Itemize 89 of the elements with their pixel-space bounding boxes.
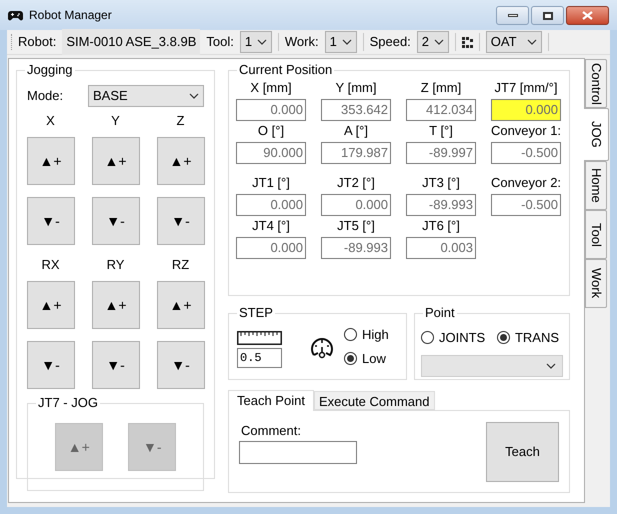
robot-name: SIM-0010 ASE_3.8.9B bbox=[62, 29, 200, 55]
config-dropdown[interactable]: OAT bbox=[486, 31, 542, 53]
step-field[interactable]: 0.5 bbox=[237, 348, 282, 368]
jog-plus-button[interactable]: ▲+ bbox=[156, 281, 204, 329]
field-label: JT7 [mm/°] bbox=[494, 80, 558, 96]
field-label: JT4 [°] bbox=[252, 218, 290, 234]
select-label: Tool: bbox=[206, 33, 234, 52]
close-button[interactable] bbox=[566, 6, 609, 25]
jog-plus-button[interactable]: ▲+ bbox=[26, 137, 74, 185]
robot-label: Robot: bbox=[18, 33, 56, 52]
mode-label: Mode: bbox=[27, 87, 64, 106]
radio-option[interactable]: Low bbox=[344, 349, 389, 368]
field-label: Z [mm] bbox=[420, 80, 462, 96]
field-label: A [°] bbox=[344, 123, 368, 139]
maximize-button[interactable] bbox=[531, 6, 564, 25]
chevron-icon bbox=[256, 39, 267, 45]
jog-minus-button[interactable]: ▼- bbox=[156, 341, 204, 389]
side-tab[interactable]: JOG bbox=[584, 108, 609, 161]
value-field: 90.000 bbox=[236, 142, 306, 164]
radio-option[interactable]: JOINTS bbox=[421, 328, 486, 348]
side-tab[interactable]: Control bbox=[585, 59, 607, 108]
field-label: JT6 [°] bbox=[422, 218, 460, 234]
axis-label: Y bbox=[111, 113, 120, 129]
chevron-icon bbox=[189, 93, 199, 99]
jog-plus-button[interactable]: ▲+ bbox=[156, 137, 204, 185]
radio-option[interactable]: High bbox=[344, 324, 389, 344]
value-field: -89.997 bbox=[406, 142, 476, 164]
axis-label: RX bbox=[41, 257, 60, 273]
jog-minus-button[interactable]: ▼- bbox=[26, 197, 74, 245]
field-label: JT2 [°] bbox=[337, 175, 375, 191]
field-label: JT1 [°] bbox=[252, 175, 290, 191]
radio-option[interactable]: TRANS bbox=[496, 328, 559, 348]
field-label: T [°] bbox=[429, 123, 453, 139]
jog-plus-button[interactable]: ▲+ bbox=[92, 281, 140, 329]
value-field: 0.000 bbox=[236, 237, 306, 259]
command-tab[interactable]: Teach Point bbox=[228, 390, 314, 411]
value-field: 0.000 bbox=[321, 194, 391, 216]
value-field: 412.034 bbox=[406, 99, 476, 121]
side-tab[interactable]: Home bbox=[585, 161, 607, 210]
grid-icon bbox=[462, 36, 473, 48]
field-label: O [°] bbox=[258, 123, 284, 139]
jog-minus-button[interactable]: ▼- bbox=[92, 197, 140, 245]
field-label: JT3 [°] bbox=[422, 175, 460, 191]
select-dropdown[interactable]: 1 bbox=[324, 31, 357, 53]
jog-minus-button[interactable]: ▼- bbox=[156, 197, 204, 245]
window-title: Robot Manager bbox=[29, 7, 112, 24]
value-field: 353.642 bbox=[321, 99, 391, 121]
jog-plus-button[interactable]: ▲+ bbox=[26, 281, 74, 329]
comment-field[interactable] bbox=[239, 441, 357, 464]
side-tab[interactable]: Work bbox=[585, 259, 607, 308]
axis-label: Z bbox=[176, 113, 184, 129]
teach-button[interactable]: Teach bbox=[486, 422, 559, 482]
value-field: -89.993 bbox=[321, 237, 391, 259]
select-dropdown[interactable]: 1 bbox=[240, 31, 272, 53]
value-field: 0.000 bbox=[236, 194, 306, 216]
value-field: -89.993 bbox=[406, 194, 476, 216]
chevron-icon bbox=[526, 39, 537, 45]
value-field: -0.500 bbox=[491, 142, 561, 164]
value-field: 0.000 bbox=[491, 99, 561, 121]
value-field: 0.000 bbox=[236, 99, 306, 121]
field-label: X [mm] bbox=[250, 80, 292, 96]
value-field: 0.003 bbox=[406, 237, 476, 259]
select-label: Speed: bbox=[370, 33, 411, 52]
select-label: Work: bbox=[284, 33, 319, 52]
axis-label: RZ bbox=[172, 257, 190, 273]
select-dropdown[interactable]: 2 bbox=[416, 31, 449, 53]
gamepad-icon bbox=[8, 10, 23, 20]
side-tab[interactable]: Tool bbox=[585, 210, 607, 259]
field-label: Y [mm] bbox=[336, 80, 376, 96]
chevron-icon bbox=[434, 39, 444, 45]
field-label: JT5 [°] bbox=[337, 218, 375, 234]
close-icon bbox=[582, 11, 593, 20]
jog-minus-button[interactable]: ▼- bbox=[92, 341, 140, 389]
jog-plus-button[interactable]: ▲+ bbox=[92, 137, 140, 185]
jog-minus-button[interactable]: ▼- bbox=[26, 341, 74, 389]
group-title: Jogging bbox=[25, 62, 75, 78]
minimize-button[interactable] bbox=[496, 6, 529, 25]
chevron-icon bbox=[342, 39, 352, 45]
command-tab[interactable]: Execute Command bbox=[314, 391, 434, 410]
field-label: Conveyor 1: bbox=[490, 123, 562, 139]
field-label: Conveyor 2: bbox=[490, 175, 562, 191]
axis-label: RY bbox=[106, 257, 124, 273]
value-field: -0.500 bbox=[491, 194, 561, 216]
ruler-icon bbox=[237, 331, 282, 345]
mode-dropdown[interactable]: BASE bbox=[88, 85, 204, 107]
chevron-icon bbox=[546, 362, 556, 368]
value-field: 179.987 bbox=[321, 142, 391, 164]
comment-label: Comment: bbox=[241, 423, 302, 439]
axis-label: X bbox=[46, 113, 55, 129]
